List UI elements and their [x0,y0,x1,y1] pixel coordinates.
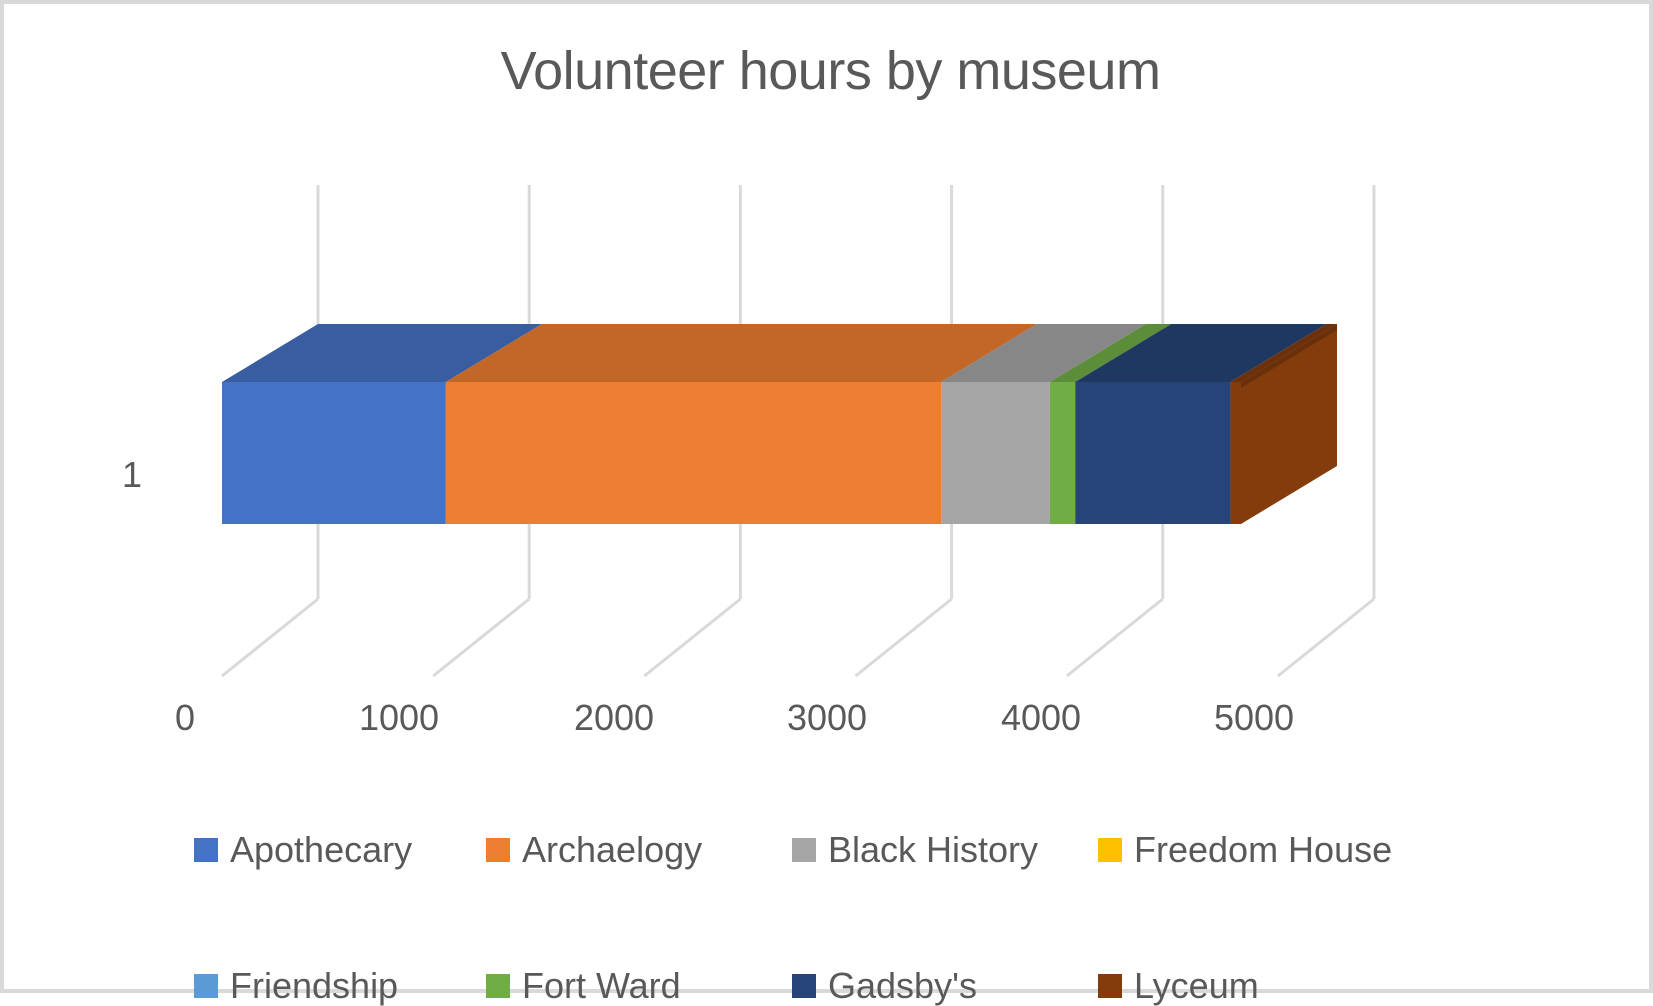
legend-item-apothecary[interactable]: Apothecary [194,832,412,868]
legend-row: Apothecary Archaelogy Black History Freedom… [194,832,1484,896]
legend-swatch-icon [194,974,218,998]
gridline-floor-1000 [432,597,531,678]
legend-item-friendship[interactable]: Friendship [194,968,398,1004]
x-tick-label-3000: 3000 [786,697,868,738]
gridline-floor-4000 [1065,597,1164,678]
legend-swatch-icon [194,838,218,862]
legend-label: Lyceum [1134,965,1259,1006]
x-tick-label-1000: 1000 [358,697,440,738]
bar-segment-front-black-history[interactable] [941,382,1050,524]
legend-swatch-icon [486,838,510,862]
legend-label: Archaelogy [522,829,703,870]
x-tick-label-4000: 4000 [1000,697,1082,738]
legend-label: Freedom House [1134,829,1393,870]
x-tick-label-5000: 5000 [1213,697,1295,738]
legend-swatch-icon [792,974,816,998]
bar-segment-top-archaelogy[interactable] [445,324,1038,382]
legend-label: Gadsby's [828,965,977,1006]
gridline-floor-0 [221,597,319,678]
legend-swatch-icon [1098,974,1122,998]
chart-frame: Volunteer hours by museum 0 1000 2000 3000 4… [0,0,1653,1004]
chart-legend: Apothecary Archaelogy Black History Freedom… [194,832,1484,1004]
legend-item-fort-ward[interactable]: Fort Ward [486,968,681,1004]
legend-swatch-icon [1098,838,1122,862]
legend-item-freedom-house[interactable]: Freedom House [1098,832,1392,868]
legend-label: Friendship [230,965,399,1006]
legend-item-archaelogy[interactable]: Archaelogy [486,832,702,868]
legend-label: Apothecary [230,829,413,870]
legend-label: Fort Ward [522,965,681,1006]
bar-segment-front-archaelogy[interactable] [445,382,942,524]
legend-item-gadsby-s[interactable]: Gadsby's [792,968,977,1004]
legend-swatch-icon [792,838,816,862]
category-axis-label-1: 1 [122,454,143,495]
x-tick-label-0: 0 [174,697,196,738]
bar-segment-front-lyceum[interactable] [1230,382,1241,524]
legend-row: Friendship Fort Ward Gadsby's Lyceum [194,896,1484,1004]
bar-segment-front-gadsby-s[interactable] [1075,382,1231,524]
bar-segment-front-apothecary[interactable] [222,382,446,524]
gridline-floor-2000 [643,597,742,678]
gridline-floor-3000 [854,597,953,678]
stacked-bar-3d[interactable] [222,324,1337,524]
legend-label: Black History [828,829,1039,870]
legend-item-lyceum[interactable]: Lyceum [1098,968,1259,1004]
legend-item-black-history[interactable]: Black History [792,832,1038,868]
legend-swatch-icon [486,974,510,998]
bar-segment-front-fort-ward[interactable] [1049,382,1076,524]
x-tick-label-2000: 2000 [573,697,655,738]
gridline-floor-5000 [1277,597,1375,678]
